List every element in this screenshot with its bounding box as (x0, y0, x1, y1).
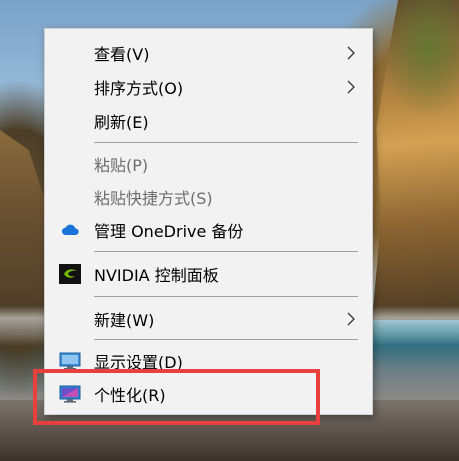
menu-separator (94, 251, 358, 252)
menu-item-sort[interactable]: 排序方式(O) (45, 71, 372, 103)
menu-item-label: NVIDIA 控制面板 (94, 266, 219, 285)
menu-item-new[interactable]: 新建(W) (45, 303, 372, 335)
menu-item-nvidia-control-panel[interactable]: NVIDIA 控制面板 (45, 258, 372, 290)
menu-item-onedrive-backup[interactable]: 管理 OneDrive 备份 (45, 214, 372, 246)
menu-item-label: 管理 OneDrive 备份 (94, 222, 244, 241)
cloud-icon (59, 219, 81, 241)
annotation-highlight-box (33, 369, 320, 425)
wallpaper-cliff-right (372, 0, 459, 320)
menu-item-paste-shortcut: 粘贴快捷方式(S) (45, 181, 372, 213)
menu-item-refresh[interactable]: 刷新(E) (45, 105, 372, 137)
menu-item-paste: 粘贴(P) (45, 148, 372, 180)
desktop-context-menu: 查看(V) 排序方式(O) 刷新(E) 粘贴(P) 粘贴快捷方式(S) 管理 O… (44, 28, 373, 415)
menu-item-label: 粘贴快捷方式(S) (94, 189, 213, 208)
chevron-right-icon (347, 312, 355, 326)
chevron-right-icon (347, 46, 355, 60)
wallpaper-cliff-left (0, 130, 48, 330)
menu-item-label: 粘贴(P) (94, 156, 149, 175)
menu-item-label: 刷新(E) (94, 113, 149, 132)
menu-item-label: 查看(V) (94, 45, 150, 64)
menu-separator (94, 142, 358, 143)
nvidia-logo-icon (59, 263, 81, 285)
menu-item-view[interactable]: 查看(V) (45, 37, 372, 69)
menu-item-label: 新建(W) (94, 311, 155, 330)
chevron-right-icon (347, 80, 355, 94)
menu-separator (94, 339, 358, 340)
menu-separator (94, 296, 358, 297)
menu-item-label: 排序方式(O) (94, 79, 184, 98)
